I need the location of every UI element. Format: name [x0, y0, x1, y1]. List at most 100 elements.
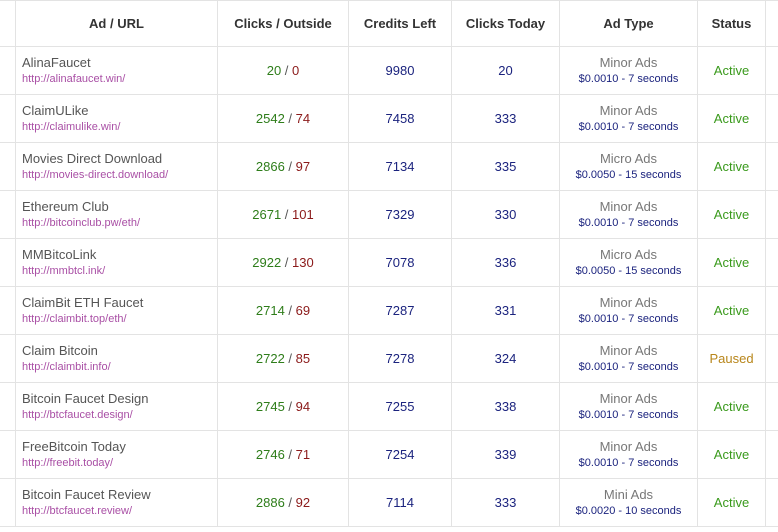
table-row: FreeBitcoin Today http://freebit.today/ … — [0, 430, 778, 479]
clicks-today: 20 — [451, 46, 560, 95]
ad-cell: AlinaFaucet http://alinafaucet.win/ — [15, 46, 218, 95]
credits-left: 7458 — [348, 94, 452, 143]
header-status[interactable]: Status — [697, 0, 766, 47]
status-badge[interactable]: Active — [697, 286, 766, 335]
credits-left: 7114 — [348, 478, 452, 527]
ad-type-name: Minor Ads — [599, 199, 658, 214]
status-badge[interactable]: Active — [697, 142, 766, 191]
ad-url-link[interactable]: http://claimbit.info/ — [22, 360, 217, 374]
ad-cell: Bitcoin Faucet Review http://btcfaucet.r… — [15, 478, 218, 527]
table-row: AlinaFaucet http://alinafaucet.win/ 20 /… — [0, 46, 778, 95]
status-badge[interactable]: Active — [697, 478, 766, 527]
ad-name: Movies Direct Download — [22, 151, 163, 166]
header-credits-left[interactable]: Credits Left — [348, 0, 452, 47]
ad-type-rate: $0.0010 - 7 seconds — [578, 73, 679, 85]
table-row: MMBitcoLink http://mmbtcl.ink/ 2922 / 13… — [0, 238, 778, 287]
ad-type-rate: $0.0010 - 7 seconds — [578, 217, 679, 229]
status-badge[interactable]: Paused — [697, 334, 766, 383]
ad-cell: Movies Direct Download http://movies-dir… — [15, 142, 218, 191]
clicks-today: 333 — [451, 478, 560, 527]
outside-count: 71 — [295, 447, 311, 462]
row-actions-cell[interactable] — [765, 94, 778, 143]
clicks-today: 331 — [451, 286, 560, 335]
ad-type-name: Minor Ads — [599, 343, 658, 358]
status-badge[interactable]: Active — [697, 382, 766, 431]
ad-type-rate: $0.0010 - 7 seconds — [578, 361, 679, 373]
ad-cell: Bitcoin Faucet Design http://btcfaucet.d… — [15, 382, 218, 431]
status-badge[interactable]: Active — [697, 430, 766, 479]
row-actions-cell[interactable] — [765, 46, 778, 95]
ad-url-link[interactable]: http://claimbit.top/eth/ — [22, 312, 217, 326]
ad-url-link[interactable]: http://claimulike.win/ — [22, 120, 217, 134]
header-clicks-today[interactable]: Clicks Today — [451, 0, 560, 47]
clicks-count: 2714 — [255, 303, 285, 318]
clicks-outside-cell: 20 / 0 — [217, 46, 349, 95]
clicks-outside-cell: 2866 / 97 — [217, 142, 349, 191]
row-actions-cell[interactable] — [765, 382, 778, 431]
row-actions-cell[interactable] — [765, 142, 778, 191]
ad-url-link[interactable]: http://alinafaucet.win/ — [22, 72, 217, 86]
outside-count: 74 — [295, 111, 311, 126]
header-ad-url[interactable]: Ad / URL — [15, 0, 218, 47]
ad-url-link[interactable]: http://freebit.today/ — [22, 456, 217, 470]
outside-count: 69 — [295, 303, 311, 318]
row-actions-cell[interactable] — [765, 286, 778, 335]
ad-name: MMBitcoLink — [22, 247, 97, 262]
clicks-separator: / — [281, 207, 293, 222]
credits-left: 7287 — [348, 286, 452, 335]
ad-url-link[interactable]: http://btcfaucet.design/ — [22, 408, 217, 422]
ad-type-cell: Micro Ads $0.0050 - 15 seconds — [559, 142, 698, 191]
clicks-outside-cell: 2542 / 74 — [217, 94, 349, 143]
ad-type-cell: Micro Ads $0.0050 - 15 seconds — [559, 238, 698, 287]
clicks-count: 2722 — [255, 351, 285, 366]
status-badge[interactable]: Active — [697, 190, 766, 239]
outside-count: 85 — [295, 351, 311, 366]
clicks-outside-cell: 2745 / 94 — [217, 382, 349, 431]
row-actions-cell[interactable] — [765, 334, 778, 383]
row-actions-cell[interactable] — [765, 478, 778, 527]
row-edge-cell — [0, 94, 16, 143]
clicks-separator: / — [281, 63, 293, 78]
clicks-outside-cell: 2886 / 92 — [217, 478, 349, 527]
ad-name: Bitcoin Faucet Review — [22, 487, 151, 502]
ad-url-link[interactable]: http://mmbtcl.ink/ — [22, 264, 217, 278]
credits-left: 7078 — [348, 238, 452, 287]
status-badge[interactable]: Active — [697, 46, 766, 95]
clicks-separator: / — [284, 351, 296, 366]
ad-cell: MMBitcoLink http://mmbtcl.ink/ — [15, 238, 218, 287]
row-actions-cell[interactable] — [765, 238, 778, 287]
ad-type-rate: $0.0010 - 7 seconds — [578, 313, 679, 325]
clicks-separator: / — [284, 303, 296, 318]
clicks-outside-cell: 2922 / 130 — [217, 238, 349, 287]
row-edge-cell — [0, 286, 16, 335]
clicks-count: 2886 — [255, 495, 285, 510]
clicks-separator: / — [284, 447, 296, 462]
header-clicks-outside[interactable]: Clicks / Outside — [217, 0, 349, 47]
row-actions-cell[interactable] — [765, 190, 778, 239]
ad-type-cell: Minor Ads $0.0010 - 7 seconds — [559, 46, 698, 95]
row-actions-cell[interactable] — [765, 430, 778, 479]
table-row: Ethereum Club http://bitcoinclub.pw/eth/… — [0, 190, 778, 239]
clicks-separator: / — [284, 159, 296, 174]
credits-left: 7329 — [348, 190, 452, 239]
ad-url-link[interactable]: http://movies-direct.download/ — [22, 168, 217, 182]
clicks-today: 335 — [451, 142, 560, 191]
ad-url-link[interactable]: http://btcfaucet.review/ — [22, 504, 217, 518]
row-edge-cell — [0, 142, 16, 191]
header-ad-type[interactable]: Ad Type — [559, 0, 698, 47]
table-row: ClaimULike http://claimulike.win/ 2542 /… — [0, 94, 778, 143]
clicks-outside-cell: 2671 / 101 — [217, 190, 349, 239]
clicks-separator: / — [284, 111, 296, 126]
ad-url-link[interactable]: http://bitcoinclub.pw/eth/ — [22, 216, 217, 230]
ad-type-cell: Minor Ads $0.0010 - 7 seconds — [559, 94, 698, 143]
outside-count: 0 — [292, 63, 300, 78]
ad-type-name: Minor Ads — [599, 391, 658, 406]
ad-cell: ClaimULike http://claimulike.win/ — [15, 94, 218, 143]
row-edge-cell — [0, 238, 16, 287]
status-badge[interactable]: Active — [697, 238, 766, 287]
ad-type-name: Minor Ads — [599, 55, 658, 70]
ad-name: Bitcoin Faucet Design — [22, 391, 149, 406]
table-row: Bitcoin Faucet Design http://btcfaucet.d… — [0, 382, 778, 431]
status-badge[interactable]: Active — [697, 94, 766, 143]
ad-type-rate: $0.0050 - 15 seconds — [575, 169, 682, 181]
